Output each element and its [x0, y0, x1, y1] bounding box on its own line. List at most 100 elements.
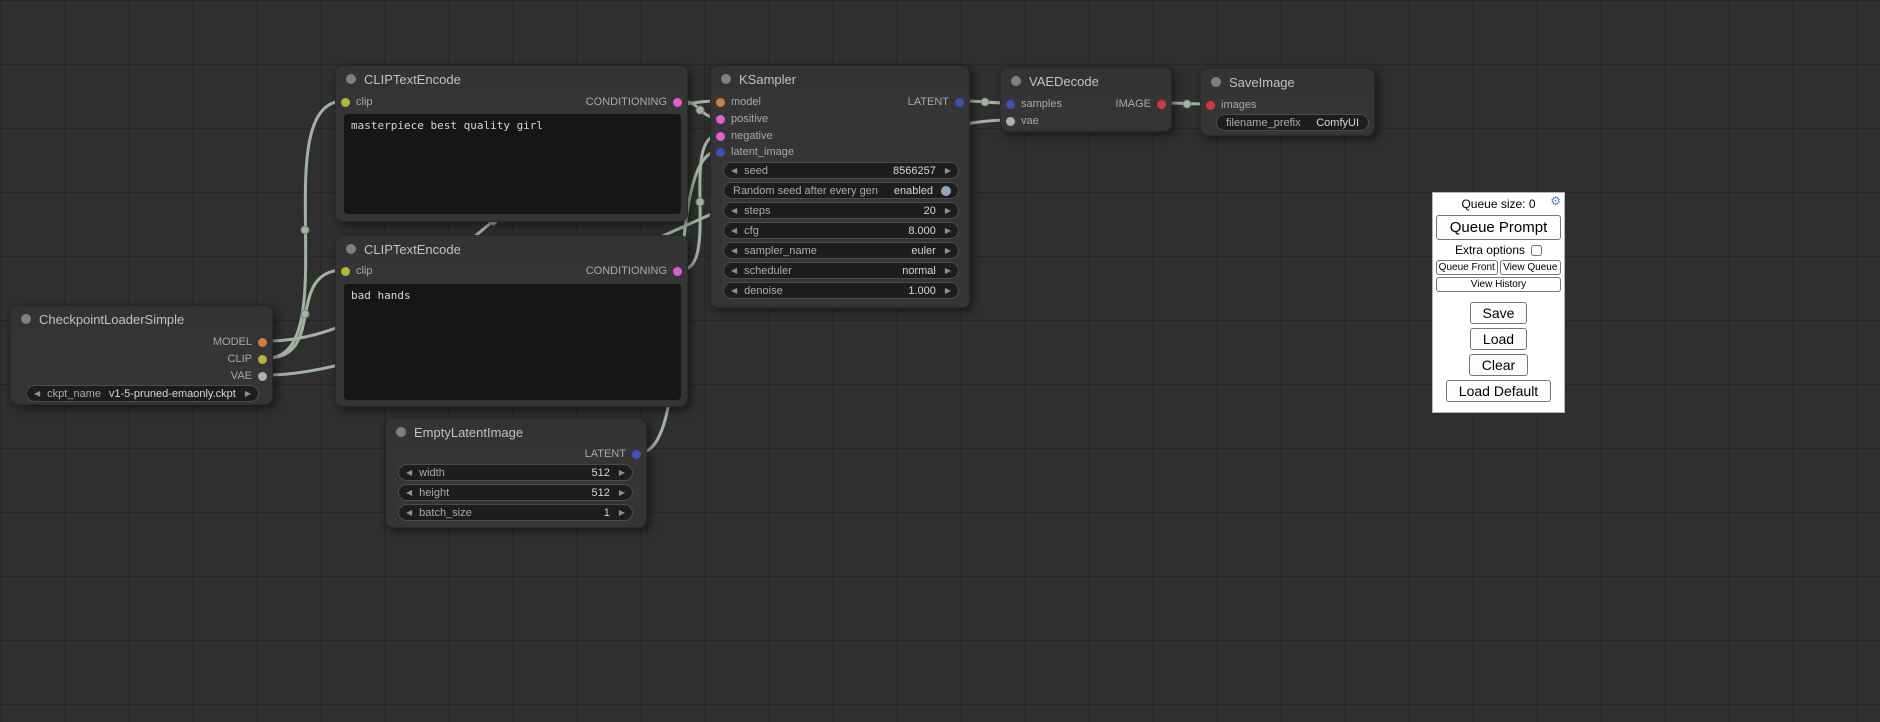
- slot-label: CLIP: [228, 353, 252, 365]
- conditioning-port-icon[interactable]: [673, 267, 682, 276]
- random-seed-toggle[interactable]: Random seed after every gen enabled: [723, 182, 959, 199]
- latent-port-icon[interactable]: [1006, 100, 1015, 109]
- decrement-arrow-icon[interactable]: ◀: [731, 287, 737, 295]
- queue-buttons-row: Queue Front View Queue: [1436, 260, 1561, 275]
- node-title-bar[interactable]: CheckpointLoaderSimple: [11, 306, 272, 332]
- node-title-bar[interactable]: EmptyLatentImage: [386, 419, 646, 445]
- collapse-dot-icon[interactable]: [1211, 77, 1221, 87]
- width-widget[interactable]: ◀ width 512 ▶: [398, 464, 633, 481]
- vae-port-icon[interactable]: [258, 372, 267, 381]
- node-canvas[interactable]: CheckpointLoaderSimple MODEL CLIP VAE ◀ …: [0, 0, 1880, 722]
- vae-port-icon[interactable]: [1006, 117, 1015, 126]
- decrement-arrow-icon[interactable]: ◀: [731, 167, 737, 175]
- clear-button[interactable]: Clear: [1469, 354, 1528, 376]
- collapse-dot-icon[interactable]: [1011, 76, 1021, 86]
- node-title: KSampler: [739, 72, 796, 87]
- decrement-arrow-icon[interactable]: ◀: [34, 390, 40, 398]
- increment-arrow-icon[interactable]: ▶: [619, 469, 625, 477]
- conditioning-port-icon[interactable]: [716, 115, 725, 124]
- link-midpoint: [301, 310, 309, 318]
- increment-arrow-icon[interactable]: ▶: [945, 267, 951, 275]
- decrement-arrow-icon[interactable]: ◀: [731, 227, 737, 235]
- conditioning-port-icon[interactable]: [673, 98, 682, 107]
- collapse-dot-icon[interactable]: [346, 74, 356, 84]
- positive-prompt-textarea[interactable]: masterpiece best quality girl: [344, 114, 681, 214]
- node-clip-text-encode-positive[interactable]: CLIPTextEncode clip CONDITIONING masterp…: [335, 65, 688, 222]
- increment-arrow-icon[interactable]: ▶: [619, 509, 625, 517]
- node-checkpoint-loader[interactable]: CheckpointLoaderSimple MODEL CLIP VAE ◀ …: [10, 305, 273, 405]
- decrement-arrow-icon[interactable]: ◀: [406, 509, 412, 517]
- widget-value: 512: [449, 487, 610, 499]
- extra-options-row: Extra options: [1436, 243, 1561, 257]
- output-slot-model: MODEL: [213, 334, 267, 350]
- steps-widget[interactable]: ◀ steps 20 ▶: [723, 202, 959, 219]
- widget-value: 1: [472, 507, 610, 519]
- sampler-name-widget[interactable]: ◀ sampler_name euler ▶: [723, 242, 959, 259]
- node-title-bar[interactable]: CLIPTextEncode: [336, 66, 687, 92]
- clip-port-icon[interactable]: [341, 267, 350, 276]
- load-button[interactable]: Load: [1470, 328, 1527, 350]
- clip-port-icon[interactable]: [341, 98, 350, 107]
- image-port-icon[interactable]: [1206, 101, 1215, 110]
- model-port-icon[interactable]: [258, 338, 267, 347]
- node-save-image[interactable]: SaveImage images filename_prefix ComfyUI: [1200, 68, 1375, 136]
- seed-widget[interactable]: ◀ seed 8566257 ▶: [723, 162, 959, 179]
- node-clip-text-encode-negative[interactable]: CLIPTextEncode clip CONDITIONING bad han…: [335, 235, 688, 407]
- increment-arrow-icon[interactable]: ▶: [945, 247, 951, 255]
- extra-options-checkbox[interactable]: [1531, 245, 1542, 256]
- scheduler-widget[interactable]: ◀ scheduler normal ▶: [723, 262, 959, 279]
- node-ksampler[interactable]: KSampler model positive negative latent_…: [710, 65, 970, 308]
- node-title-bar[interactable]: CLIPTextEncode: [336, 236, 687, 262]
- negative-prompt-textarea[interactable]: bad hands: [344, 284, 681, 400]
- slot-label: clip: [356, 265, 373, 277]
- conditioning-port-icon[interactable]: [716, 132, 725, 141]
- collapse-dot-icon[interactable]: [21, 314, 31, 324]
- input-slot-negative: negative: [716, 128, 773, 144]
- queue-front-button[interactable]: Queue Front: [1436, 260, 1498, 275]
- ckpt-name-widget[interactable]: ◀ ckpt_name v1-5-pruned-emaonly.ckpt ▶: [26, 385, 259, 402]
- node-title-bar[interactable]: VAEDecode: [1001, 68, 1171, 94]
- slot-label: negative: [731, 130, 773, 142]
- node-empty-latent-image[interactable]: EmptyLatentImage LATENT ◀ width 512 ▶ ◀ …: [385, 418, 647, 528]
- filename-prefix-widget[interactable]: filename_prefix ComfyUI: [1216, 114, 1369, 131]
- increment-arrow-icon[interactable]: ▶: [945, 287, 951, 295]
- decrement-arrow-icon[interactable]: ◀: [406, 469, 412, 477]
- decrement-arrow-icon[interactable]: ◀: [731, 267, 737, 275]
- input-slot-clip: clip: [341, 94, 373, 110]
- clip-port-icon[interactable]: [258, 355, 267, 364]
- toggle-on-icon[interactable]: [941, 186, 951, 196]
- latent-port-icon[interactable]: [632, 450, 641, 459]
- slot-label: latent_image: [731, 146, 794, 158]
- menu-header: Queue size: 0 ⚙: [1436, 195, 1561, 214]
- widget-value: ComfyUI: [1301, 117, 1359, 129]
- denoise-widget[interactable]: ◀ denoise 1.000 ▶: [723, 282, 959, 299]
- increment-arrow-icon[interactable]: ▶: [945, 227, 951, 235]
- node-title-bar[interactable]: KSampler: [711, 66, 969, 92]
- queue-prompt-button[interactable]: Queue Prompt: [1436, 215, 1561, 240]
- increment-arrow-icon[interactable]: ▶: [619, 489, 625, 497]
- settings-gear-icon[interactable]: ⚙: [1550, 195, 1561, 207]
- decrement-arrow-icon[interactable]: ◀: [406, 489, 412, 497]
- latent-port-icon[interactable]: [716, 148, 725, 157]
- increment-arrow-icon[interactable]: ▶: [945, 167, 951, 175]
- node-title-bar[interactable]: SaveImage: [1201, 69, 1374, 95]
- collapse-dot-icon[interactable]: [396, 427, 406, 437]
- decrement-arrow-icon[interactable]: ◀: [731, 207, 737, 215]
- increment-arrow-icon[interactable]: ▶: [245, 390, 251, 398]
- save-button[interactable]: Save: [1470, 302, 1528, 324]
- link-midpoint: [1183, 100, 1191, 108]
- image-port-icon[interactable]: [1157, 100, 1166, 109]
- collapse-dot-icon[interactable]: [346, 244, 356, 254]
- height-widget[interactable]: ◀ height 512 ▶: [398, 484, 633, 501]
- latent-port-icon[interactable]: [955, 98, 964, 107]
- batch-size-widget[interactable]: ◀ batch_size 1 ▶: [398, 504, 633, 521]
- model-port-icon[interactable]: [716, 98, 725, 107]
- view-history-button[interactable]: View History: [1436, 277, 1561, 292]
- collapse-dot-icon[interactable]: [721, 74, 731, 84]
- load-default-button[interactable]: Load Default: [1446, 380, 1551, 402]
- view-queue-button[interactable]: View Queue: [1500, 260, 1562, 275]
- cfg-widget[interactable]: ◀ cfg 8.000 ▶: [723, 222, 959, 239]
- decrement-arrow-icon[interactable]: ◀: [731, 247, 737, 255]
- node-vae-decode[interactable]: VAEDecode samples vae IMAGE: [1000, 67, 1172, 132]
- increment-arrow-icon[interactable]: ▶: [945, 207, 951, 215]
